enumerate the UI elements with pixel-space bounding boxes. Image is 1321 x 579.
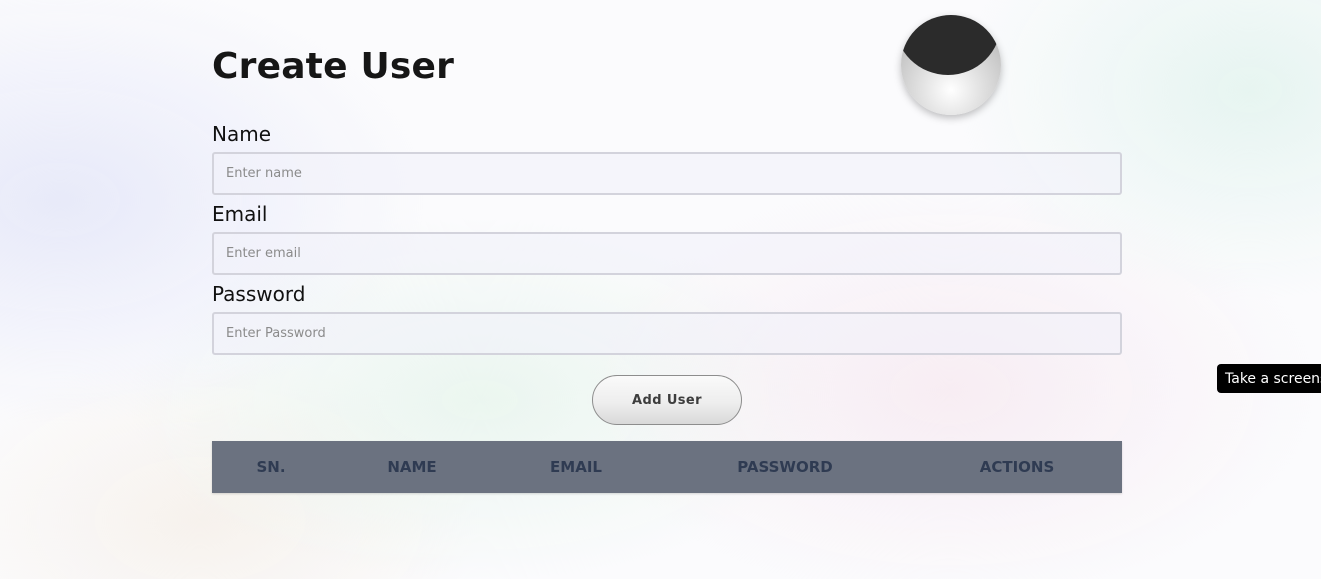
screenshot-tooltip: Take a screenshot [1217,364,1321,393]
avatar[interactable] [901,15,1001,115]
name-input[interactable] [212,152,1122,195]
email-label: Email [212,202,268,226]
table-header-row: SN. NAME EMAIL PASSWORD ACTIONS [212,441,1122,493]
users-table: SN. NAME EMAIL PASSWORD ACTIONS [212,441,1122,493]
email-input[interactable] [212,232,1122,275]
column-header-actions[interactable]: ACTIONS [912,441,1122,493]
password-label: Password [212,282,306,306]
avatar-shade [901,15,1001,75]
column-header-password[interactable]: PASSWORD [658,441,912,493]
page-title: Create User [212,46,455,87]
column-header-email[interactable]: EMAIL [494,441,658,493]
add-user-button[interactable]: Add User [592,375,742,425]
column-header-sn[interactable]: SN. [212,441,330,493]
password-input[interactable] [212,312,1122,355]
name-label: Name [212,122,272,146]
column-header-name[interactable]: NAME [330,441,494,493]
